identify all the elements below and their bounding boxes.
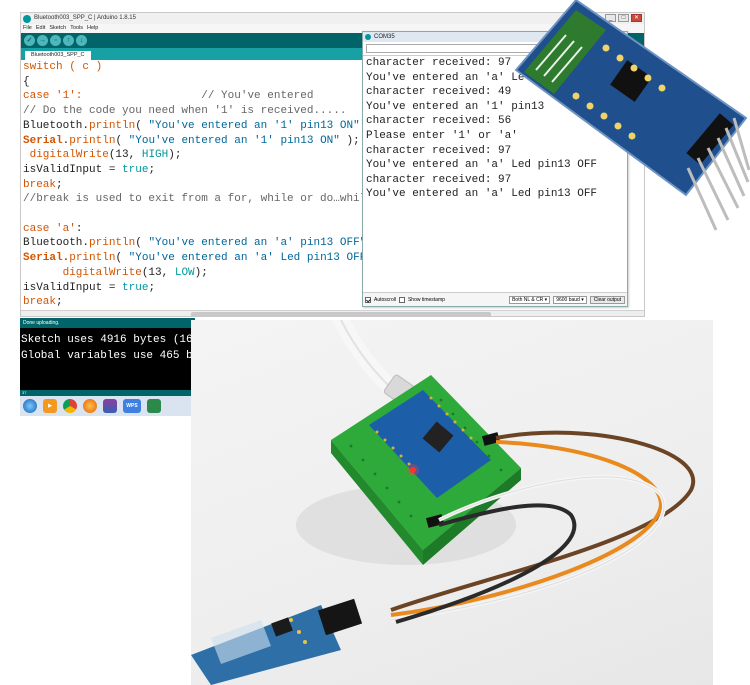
upload-icon[interactable]: → xyxy=(37,35,48,46)
hardware-photo-drawing xyxy=(191,320,696,685)
autoscroll-label: Autoscroll xyxy=(374,296,396,303)
console-line: Sketch uses 4916 bytes (16% xyxy=(21,334,195,346)
new-icon[interactable]: ▫ xyxy=(50,35,61,46)
timestamp-checkbox[interactable] xyxy=(398,296,405,303)
media-player-icon[interactable]: ▶ xyxy=(43,399,57,413)
menu-edit[interactable]: Edit xyxy=(36,24,45,33)
arduino-icon xyxy=(365,34,371,40)
app-icon[interactable] xyxy=(147,399,161,413)
verify-icon[interactable]: ✓ xyxy=(24,35,35,46)
menu-help[interactable]: Help xyxy=(87,24,98,33)
winrar-icon[interactable] xyxy=(103,399,117,413)
bluetooth-module-overlay xyxy=(514,0,750,231)
horizontal-scrollbar[interactable] xyxy=(21,310,644,316)
firefox-icon[interactable] xyxy=(83,399,97,413)
chrome-icon[interactable] xyxy=(63,399,77,413)
menu-sketch[interactable]: Sketch xyxy=(49,24,66,33)
baud-select[interactable]: 9600 baud ▾ xyxy=(553,295,587,304)
console-line: Global variables use 465 by xyxy=(21,350,195,362)
timestamp-label: Show timestamp xyxy=(407,296,445,303)
ide-console: Done uploading. Sketch uses 4916 bytes (… xyxy=(20,318,195,390)
arduino-icon xyxy=(23,15,31,23)
save-icon[interactable]: ↓ xyxy=(76,35,87,46)
console-status: Done uploading. xyxy=(20,318,195,328)
start-icon[interactable] xyxy=(23,399,37,413)
open-icon[interactable]: ↑ xyxy=(63,35,74,46)
autoscroll-checkbox[interactable] xyxy=(365,296,371,303)
windows-taskbar: ▶ WPS xyxy=(20,396,195,416)
hardware-photo xyxy=(191,320,713,685)
serial-title: COM35 xyxy=(374,34,395,40)
console-output: Sketch uses 4916 bytes (16% Global variab… xyxy=(20,328,195,364)
menu-file[interactable]: File xyxy=(23,24,32,33)
scrollbar-thumb[interactable] xyxy=(191,312,491,316)
line-ending-select[interactable]: Both NL & CR ▾ xyxy=(509,295,551,304)
clear-output-button[interactable]: Clear output xyxy=(589,295,625,304)
serial-bottom-bar: Autoscroll Show timestamp Both NL & CR ▾… xyxy=(363,292,627,306)
ide-title: Bluetooth003_SPP_C | Arduino 1.8.15 xyxy=(34,15,136,21)
tab-sketch[interactable]: Bluetooth003_SPP_C xyxy=(25,51,91,60)
wps-icon[interactable]: WPS xyxy=(123,399,141,413)
menu-tools[interactable]: Tools xyxy=(70,24,83,33)
